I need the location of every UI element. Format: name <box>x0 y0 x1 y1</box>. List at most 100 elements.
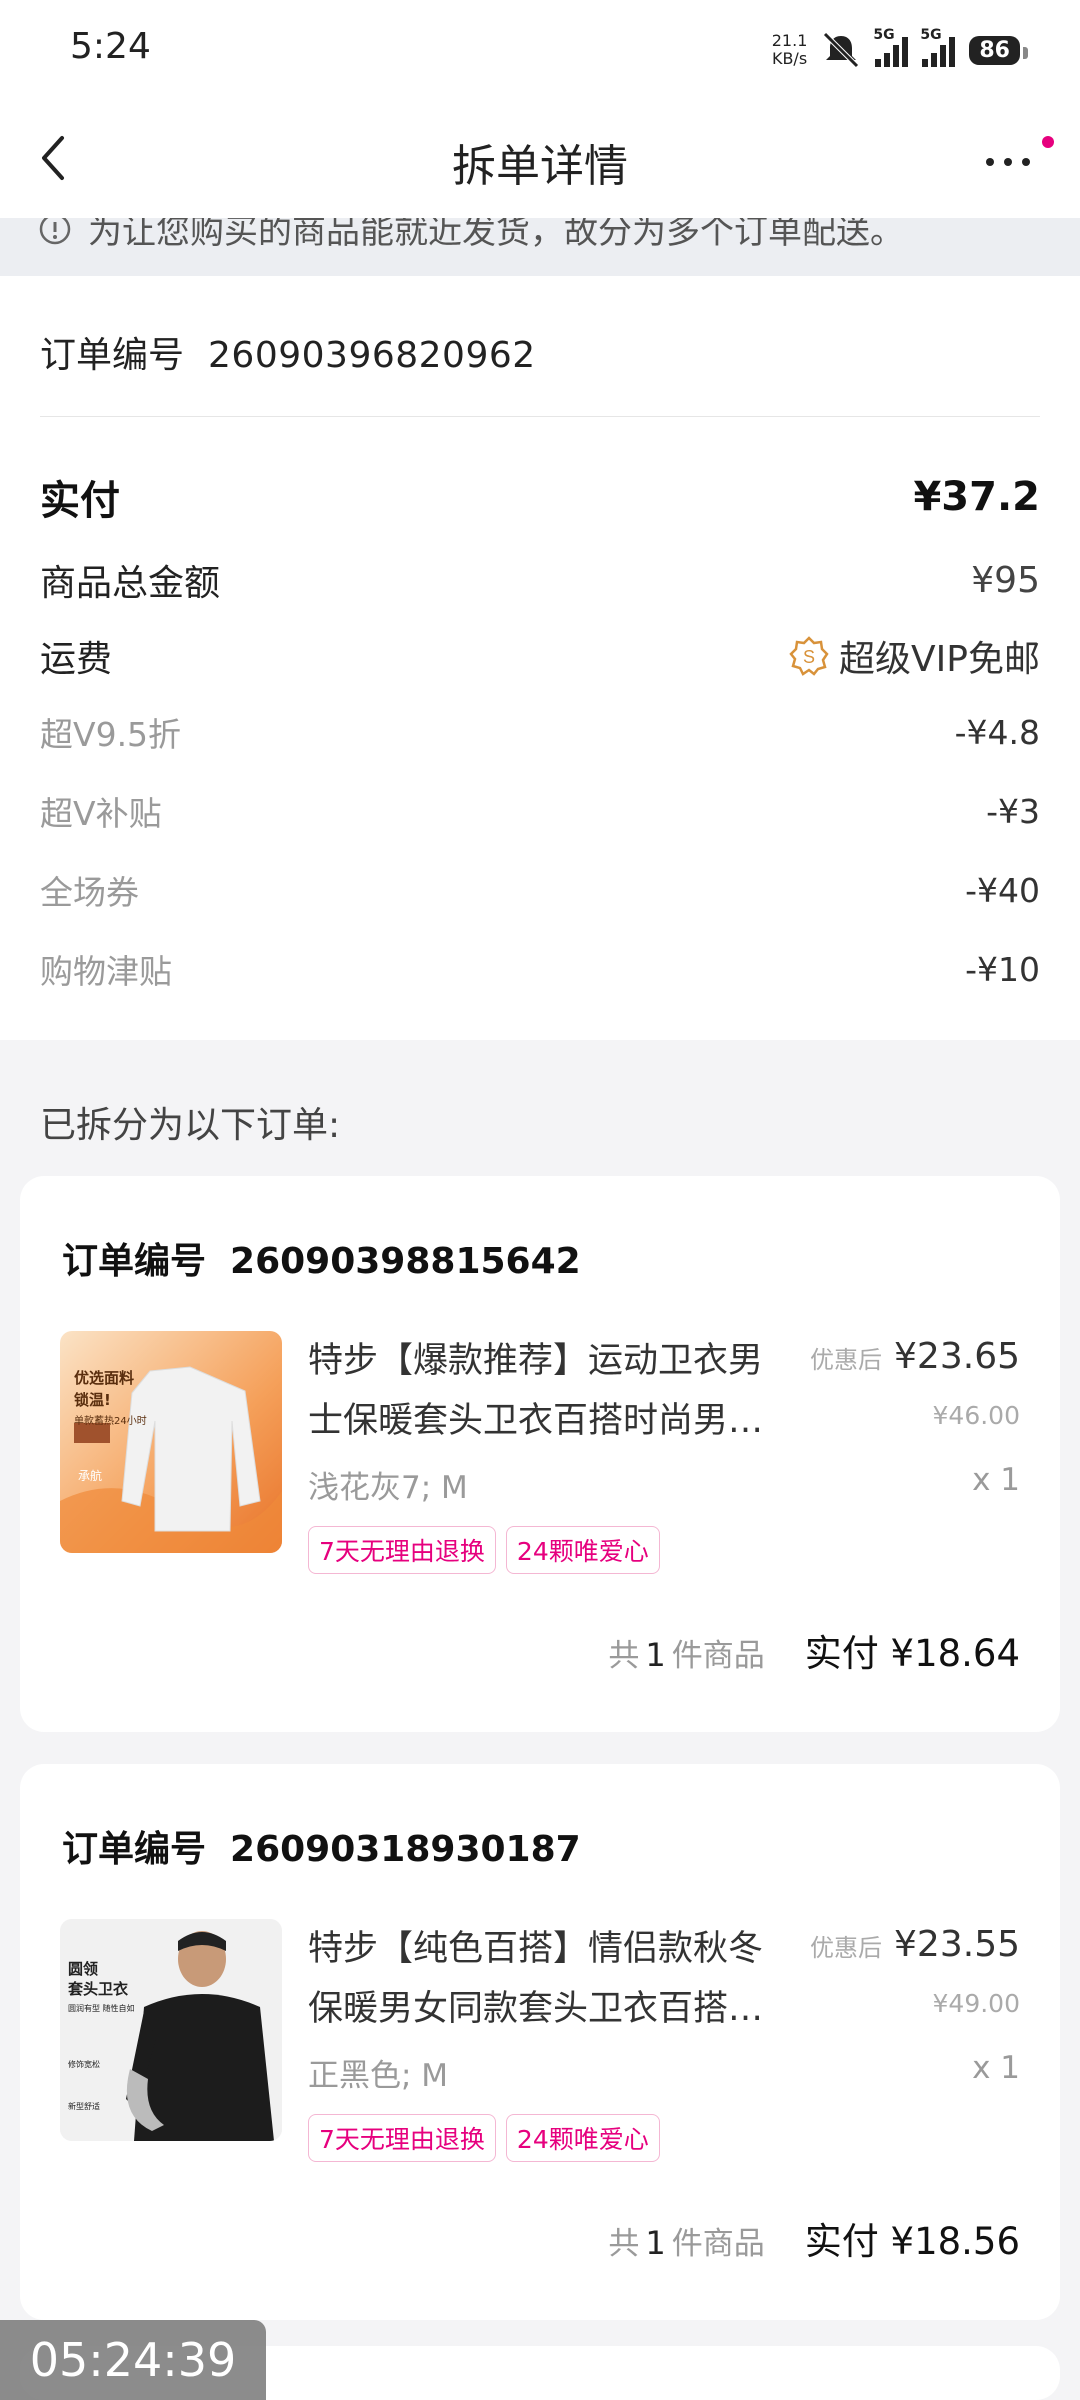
row-label: 运费 <box>40 639 113 680</box>
notification-dot <box>1042 136 1054 148</box>
vip-coin-icon: S <box>789 636 829 676</box>
product-spec: 正黑色; M <box>308 2058 449 2094</box>
product-name[interactable]: 特步【纯色百搭】情侣款秋冬 保暖男女同款套头卫衣百搭… <box>308 1919 808 2039</box>
order-footer: 共 1 件商品 实付 ¥18.64 <box>608 1623 1020 1677</box>
order-number-label: 订单编号 <box>62 1829 207 1870</box>
return-badge: 7天无理由退换 <box>308 2114 496 2162</box>
product-name[interactable]: 特步【爆款推荐】运动卫衣男 士保暖套头卫衣百搭时尚男… <box>308 1331 808 1451</box>
order-number[interactable]: 26090318930187 <box>230 1829 581 1870</box>
summary-row-allowance: 购物津贴 -¥10 <box>40 945 1040 993</box>
mute-icon <box>823 32 860 68</box>
sim1-label: 5G <box>873 27 895 43</box>
split-order-card[interactable]: 订单编号 26090398815642 优选面料 锁温! 单款蓄热24小时 承航 … <box>20 1176 1060 1732</box>
row-value: ¥95 <box>971 559 1040 601</box>
thumb-line: 锁温! <box>74 1391 111 1409</box>
order-number-label: 订单编号 <box>62 1241 207 1282</box>
summary-row-total: 商品总金额 ¥95 <box>40 554 1040 606</box>
row-label: 全场券 <box>40 873 139 912</box>
thumb-tag: 承航 <box>78 1469 103 1483</box>
order-footer: 共 1 件商品 实付 ¥18.56 <box>608 2211 1020 2265</box>
status-icons: 21.1 KB/s 5G 5G 86 <box>772 26 1028 74</box>
thumb-line: 套头卫衣 <box>68 1980 129 1998</box>
discounted-price: 优惠后 ¥23.65 <box>810 1336 1020 1377</box>
thumb-line: 优选面料 <box>74 1369 135 1387</box>
count-prefix: 共 <box>608 1638 640 1674</box>
order-number[interactable]: 26090396820962 <box>208 335 536 376</box>
thumb-line: 圆润有型 随性自如 <box>68 2004 135 2013</box>
order-summary: 订单编号 26090396820962 实付 ¥37.2 商品总金额 ¥95 运费… <box>0 276 1080 1040</box>
row-value: 超级VIP免邮 <box>839 639 1040 680</box>
network-speed-unit: KB/s <box>771 49 808 68</box>
count-suffix: 件商品 <box>671 2226 765 2262</box>
order-number-line: 订单编号 26090318930187 <box>62 1820 581 1872</box>
price-amount: ¥23.65 <box>894 1336 1020 1377</box>
summary-row-shipping: 运费 S 超级VIP免邮 <box>40 630 1040 682</box>
row-value: -¥40 <box>965 870 1040 910</box>
signal-icon: 5G <box>920 27 956 67</box>
count-number: 1 <box>645 1636 666 1674</box>
row-label: 超V补贴 <box>40 794 162 833</box>
order-number-line: 订单编号 26090396820962 <box>40 326 536 378</box>
row-value: -¥10 <box>965 949 1040 989</box>
service-badges: 7天无理由退换 24颗唯爱心 <box>308 1526 660 1574</box>
thumb-line: 新型舒适 <box>68 2102 100 2111</box>
split-notice: 为让您购买的商品能就近发货，故分为多个订单配送。 <box>0 218 1080 276</box>
product-name-line: 特步【爆款推荐】运动卫衣男 <box>308 1341 764 1381</box>
original-price: ¥49.00 <box>932 1989 1020 2018</box>
count-prefix: 共 <box>608 2226 640 2262</box>
item-count: 共 1 件商品 <box>608 2218 764 2263</box>
thumb-line: 单款蓄热24小时 <box>74 1416 147 1427</box>
row-label: 超V9.5折 <box>40 715 182 754</box>
thumb-line: 修饰宽松 <box>68 2060 100 2069</box>
thumb-text: 圆领 套头卫衣 圆润有型 随性自如 修饰宽松 新型舒适 <box>68 1959 135 2117</box>
product-image[interactable]: 圆领 套头卫衣 圆润有型 随性自如 修饰宽松 新型舒适 <box>60 1919 282 2141</box>
battery-icon: 86 <box>969 35 1028 65</box>
sim2-label: 5G <box>920 27 942 43</box>
signal-icon: 5G <box>873 27 909 67</box>
original-price: ¥46.00 <box>932 1401 1020 1430</box>
item-count: 共 1 件商品 <box>608 1630 764 1675</box>
notice-text: 为让您购买的商品能就近发货，故分为多个订单配送。 <box>88 218 904 252</box>
paid-amount: 实付 ¥18.56 <box>804 2220 1020 2263</box>
header: 拆单详情 <box>0 100 1080 218</box>
recording-timer: 05:24:39 <box>0 2320 266 2400</box>
thumb-line: 圆领 <box>68 1960 99 1978</box>
order-number-label: 订单编号 <box>40 335 185 376</box>
row-value: -¥4.8 <box>954 712 1040 752</box>
split-orders-title: 已拆分为以下订单: <box>40 1105 341 1146</box>
price-amount: ¥23.55 <box>894 1924 1020 1965</box>
order-number-line: 订单编号 26090398815642 <box>62 1232 581 1284</box>
svg-text:S: S <box>803 647 815 667</box>
count-suffix: 件商品 <box>671 1638 765 1674</box>
return-badge: 7天无理由退换 <box>308 1526 496 1574</box>
row-label: 商品总金额 <box>40 563 221 604</box>
status-time: 5:24 <box>70 26 151 67</box>
page-title: 拆单详情 <box>452 141 628 192</box>
status-bar: 5:24 21.1 KB/s 5G 5G 86 <box>0 0 1080 100</box>
service-badges: 7天无理由退换 24颗唯爱心 <box>308 2114 660 2162</box>
love-badge: 24颗唯爱心 <box>505 2114 660 2162</box>
more-button[interactable] <box>978 128 1048 188</box>
more-dots-icon <box>986 158 1030 166</box>
order-number[interactable]: 26090398815642 <box>230 1241 581 1282</box>
row-label: 购物津贴 <box>40 952 172 991</box>
split-order-card[interactable]: 订单编号 26090318930187 圆领 套头卫衣 圆润有型 随性自如 修饰宽… <box>20 1764 1060 2320</box>
summary-row-discount: 超V9.5折 -¥4.8 <box>40 708 1040 756</box>
product-name-line: 保暖男女同款套头卫衣百搭… <box>308 1989 764 2029</box>
discounted-price: 优惠后 ¥23.55 <box>810 1924 1020 1965</box>
row-value: ¥37.2 <box>913 474 1040 520</box>
vip-free-shipping: S 超级VIP免邮 <box>789 630 1040 682</box>
product-image-graphic <box>60 1331 282 1553</box>
summary-row-paid: 实付 ¥37.2 <box>40 468 1040 526</box>
divider <box>40 416 1040 417</box>
price-tag-label: 优惠后 <box>810 1934 883 1962</box>
product-spec: 浅花灰7; M <box>308 1470 468 1506</box>
network-speed-value: 21.1 <box>771 31 808 50</box>
product-name-line: 特步【纯色百搭】情侣款秋冬 <box>308 1929 764 1969</box>
network-speed: 21.1 KB/s <box>772 32 808 68</box>
thumb-text: 优选面料 锁温! 单款蓄热24小时 <box>74 1367 147 1433</box>
count-number: 1 <box>645 2224 666 2262</box>
product-quantity: x 1 <box>972 2050 1020 2086</box>
product-image[interactable]: 优选面料 锁温! 单款蓄热24小时 承航 <box>60 1331 282 1553</box>
summary-row-coupon: 全场券 -¥40 <box>40 866 1040 914</box>
